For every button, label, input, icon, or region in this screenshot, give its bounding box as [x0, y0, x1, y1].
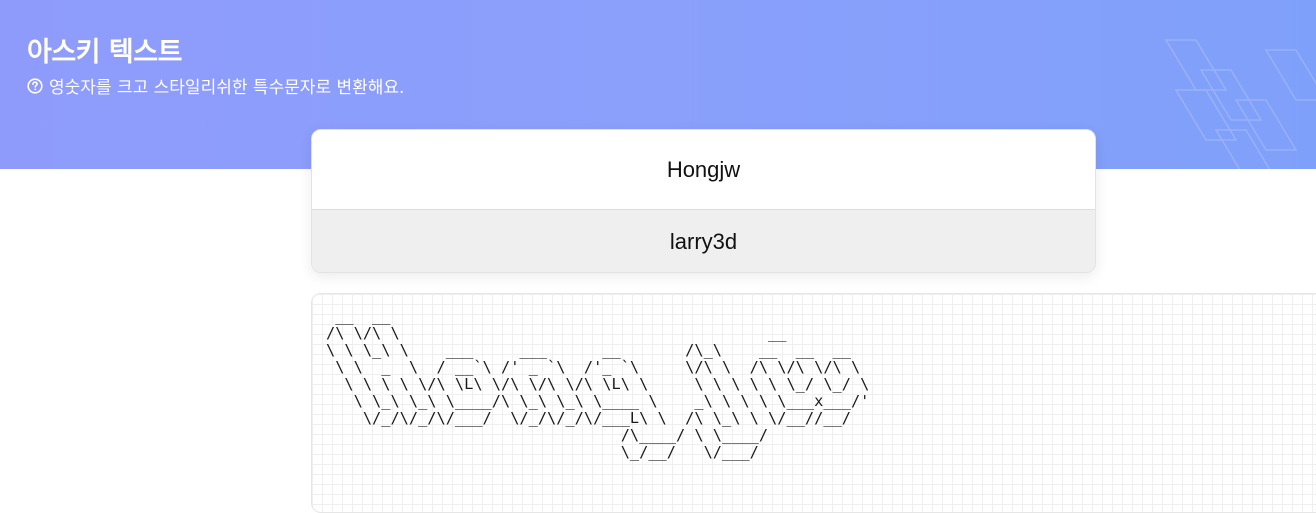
input-card: larry3d [311, 129, 1096, 273]
ascii-art-output: __ __ /\ \/\ \ __ \ \ \_\ \ ___ ___ __ /… [326, 307, 870, 461]
text-input[interactable] [312, 130, 1095, 210]
page-title: 아스키 텍스트 [27, 37, 182, 68]
subtitle-text: 영숫자를 크고 스타일리쉬한 특수문자로 변환해요. [49, 78, 405, 98]
font-select[interactable]: larry3d [312, 210, 1095, 272]
question-circle-icon [27, 77, 43, 94]
font-select-value: larry3d [669, 229, 738, 254]
page-subtitle: 영숫자를 크고 스타일리쉬한 특수문자로 변환해요. [27, 73, 404, 98]
decorative-pattern [1164, 39, 1316, 169]
ascii-output-panel: __ __ /\ \/\ \ __ \ \ \_\ \ ___ ___ __ /… [311, 293, 1316, 513]
